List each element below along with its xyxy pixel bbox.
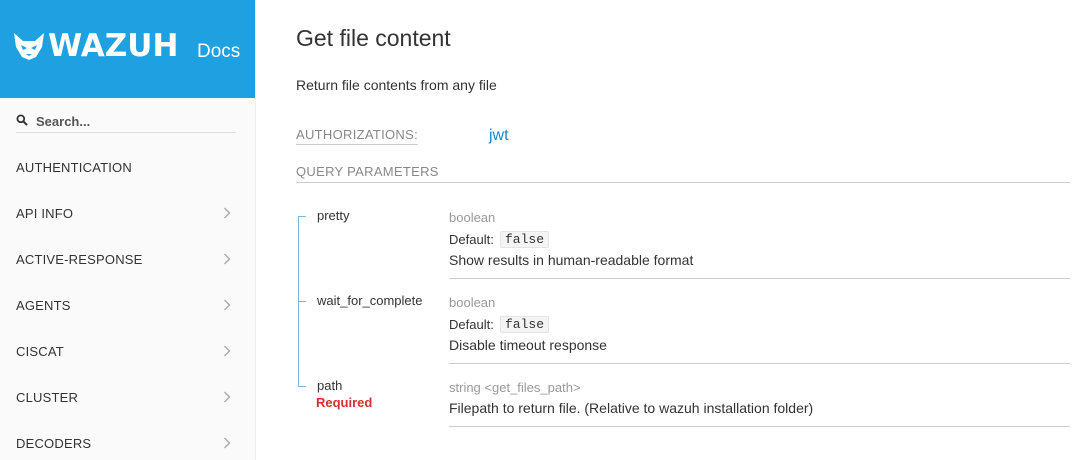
param-details-wait-for-complete: boolean Default: false Disable timeout r… [449, 293, 1070, 364]
param-details-pretty: boolean Default: false Show results in h… [449, 208, 1070, 279]
sidebar-item-ciscat[interactable]: CISCAT [0, 336, 255, 366]
brand-logo-text: WAZUH [48, 28, 179, 64]
param-description: Show results in human-readable format [449, 252, 694, 268]
chevron-right-icon [224, 391, 231, 403]
search-icon [16, 114, 28, 126]
param-default-label: Default: [449, 317, 494, 332]
param-name-path: path [317, 378, 343, 393]
wolf-logo-icon [14, 33, 44, 60]
param-tree-tick [298, 301, 306, 302]
chevron-right-icon [224, 345, 231, 357]
sidebar-item-label: AUTHENTICATION [16, 160, 132, 175]
sidebar-item-label: AGENTS [16, 298, 71, 313]
param-default-value: false [500, 316, 550, 333]
chevron-right-icon [224, 253, 231, 265]
required-badge: Required [316, 395, 373, 410]
sidebar-item-active-response[interactable]: ACTIVE-RESPONSE [0, 244, 255, 274]
chevron-right-icon [224, 299, 231, 311]
param-description: Filepath to return file. (Relative to wa… [449, 400, 814, 416]
sidebar-item-api-info[interactable]: API INFO [0, 198, 255, 228]
sidebar-item-label: ACTIVE-RESPONSE [16, 252, 143, 267]
param-type: string <get_files_path> [449, 380, 581, 395]
authorizations-label: AUTHORIZATIONS: [296, 127, 418, 145]
authorization-link-jwt[interactable]: jwt [489, 127, 509, 145]
param-type: boolean [449, 295, 496, 310]
sidebar-item-decoders[interactable]: DECODERS [0, 428, 255, 458]
operation-description: Return file contents from any file [296, 77, 497, 93]
param-tree-tick [298, 216, 306, 217]
param-default-value: false [500, 231, 550, 248]
main-content: Get file content Return file contents fr… [256, 0, 1089, 460]
search-box [16, 111, 236, 133]
sidebar-item-authentication[interactable]: AUTHENTICATION [0, 152, 255, 182]
sidebar-item-label: CLUSTER [16, 390, 79, 405]
sidebar-item-label: API INFO [16, 206, 74, 221]
param-default-label: Default: [449, 232, 494, 247]
brand-header[interactable]: WAZUH Docs [0, 0, 255, 98]
brand-docs-label: Docs [197, 41, 241, 62]
sidebar-item-agents[interactable]: AGENTS [0, 290, 255, 320]
param-name-wait-for-complete: wait_for_complete [317, 293, 423, 308]
sidebar: WAZUH Docs AUTHENTICATION API INFO ACTIV… [0, 0, 256, 460]
param-name-pretty: pretty [317, 208, 350, 223]
chevron-right-icon [224, 437, 231, 449]
param-type: boolean [449, 210, 496, 225]
query-parameters-heading: QUERY PARAMETERS [296, 164, 1070, 183]
sidebar-item-label: DECODERS [16, 436, 92, 451]
page-title: Get file content [296, 25, 451, 51]
param-tree-tick [298, 386, 306, 387]
chevron-right-icon [224, 207, 231, 219]
param-description: Disable timeout response [449, 337, 607, 353]
search-input[interactable] [36, 111, 232, 131]
sidebar-item-cluster[interactable]: CLUSTER [0, 382, 255, 412]
sidebar-item-label: CISCAT [16, 344, 64, 359]
param-details-path: string <get_files_path> Filepath to retu… [449, 378, 1070, 427]
